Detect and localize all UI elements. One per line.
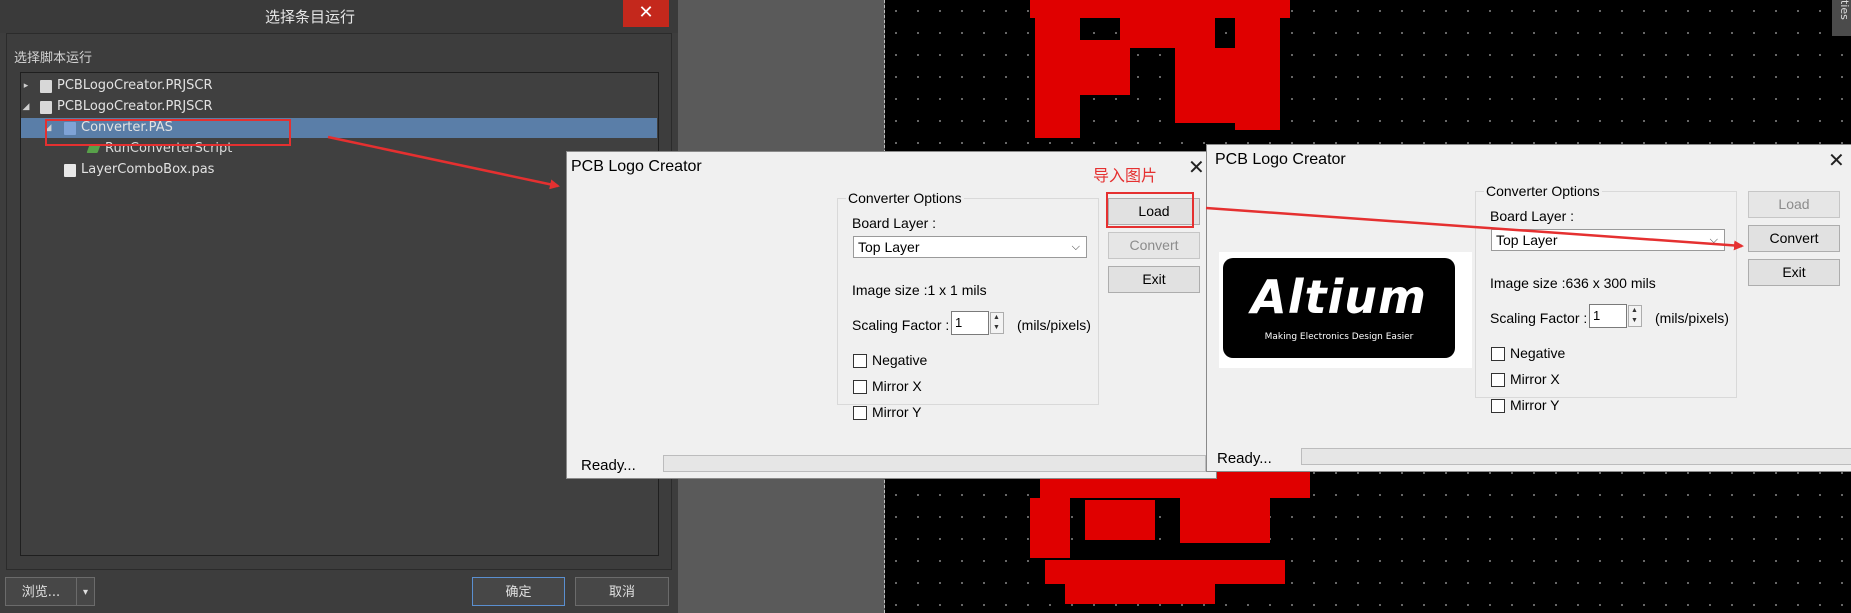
arrow-icon [1205, 206, 1744, 251]
annotation-arrows [327, 135, 1744, 251]
arrow-icon [327, 135, 560, 190]
